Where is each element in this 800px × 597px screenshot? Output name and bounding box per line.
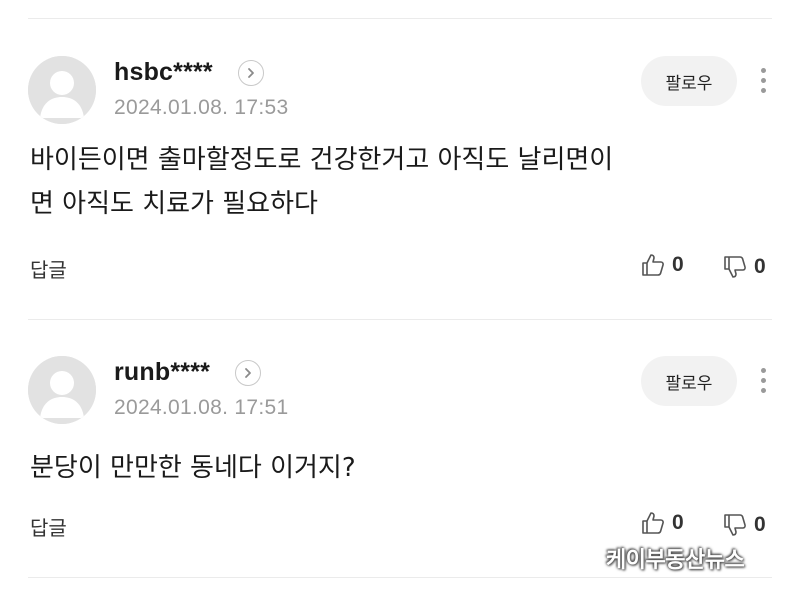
reply-button[interactable]: 답글 — [30, 512, 67, 541]
chevron-right-icon[interactable] — [238, 60, 264, 86]
comment-body: 분당이 만만한 동네다 이거지? — [30, 453, 356, 483]
more-vertical-icon[interactable] — [752, 360, 774, 400]
like-button[interactable]: 0 — [640, 510, 684, 536]
thumbs-up-icon — [642, 254, 664, 276]
like-count: 0 — [672, 253, 684, 276]
dislike-count: 0 — [754, 513, 766, 536]
thumbs-down-icon — [724, 514, 746, 536]
comment-list-page: hsbc**** 2024.01.08. 17:53 팔로우 바이든이면 출마할… — [0, 0, 800, 597]
dislike-button[interactable]: 0 — [722, 512, 766, 538]
dislike-count: 0 — [754, 255, 766, 278]
follow-button[interactable]: 팔로우 — [641, 56, 737, 106]
like-count: 0 — [672, 511, 684, 534]
divider — [28, 319, 772, 320]
divider — [28, 18, 772, 19]
follow-button[interactable]: 팔로우 — [641, 356, 737, 406]
username[interactable]: hsbc**** — [114, 58, 213, 87]
thumbs-down-icon — [724, 256, 746, 278]
watermark: 케이부동산뉴스 — [606, 548, 745, 573]
comment-item: hsbc**** 2024.01.08. 17:53 팔로우 바이든이면 출마할… — [0, 56, 800, 296]
timestamp: 2024.01.08. 17:51 — [114, 396, 289, 419]
comment-body: 바이든이면 출마할정도로 건강한거고 아직도 날리면이 면 아직도 치료가 필요… — [30, 145, 614, 219]
timestamp: 2024.01.08. 17:53 — [114, 96, 289, 119]
dislike-button[interactable]: 0 — [722, 254, 766, 280]
thumbs-up-icon — [642, 512, 664, 534]
more-vertical-icon[interactable] — [752, 60, 774, 100]
username[interactable]: runb**** — [114, 358, 210, 387]
like-button[interactable]: 0 — [640, 252, 684, 278]
divider — [28, 577, 772, 578]
chevron-right-icon[interactable] — [235, 360, 261, 386]
default-profile-icon[interactable] — [28, 356, 96, 424]
comment-item: runb**** 2024.01.08. 17:51 팔로우 분당이 만만한 동… — [0, 356, 800, 556]
default-profile-icon[interactable] — [28, 56, 96, 124]
reply-button[interactable]: 답글 — [30, 254, 67, 283]
